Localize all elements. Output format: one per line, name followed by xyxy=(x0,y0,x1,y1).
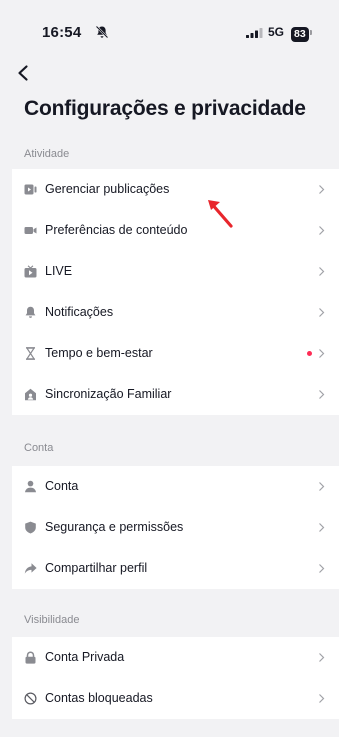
activity-section: Gerenciar publicações Preferências de co… xyxy=(12,169,339,415)
menu-item-manage-posts[interactable]: Gerenciar publicações xyxy=(12,169,339,210)
account-section: Conta Segurança e permissões Compartilha… xyxy=(12,466,339,589)
page-title: Configurações e privacidade xyxy=(24,97,306,120)
status-bar: 16:54 5G 83 xyxy=(0,0,339,58)
menu-item-content-preferences[interactable]: Preferências de conteúdo xyxy=(12,210,339,251)
menu-item-label: Compartilhar perfil xyxy=(45,561,148,575)
menu-item-account[interactable]: Conta xyxy=(12,466,339,507)
live-icon xyxy=(24,265,37,278)
person-icon xyxy=(25,480,36,493)
menu-item-label: Conta xyxy=(45,479,79,493)
chevron-right-icon xyxy=(319,482,325,491)
menu-item-security-permissions[interactable]: Segurança e permissões xyxy=(12,507,339,548)
battery-indicator: 83 xyxy=(291,24,312,42)
chevron-right-icon xyxy=(319,226,325,235)
menu-item-time-wellbeing[interactable]: Tempo e bem-estar xyxy=(12,333,339,374)
posts-icon xyxy=(24,184,37,195)
chevron-right-icon xyxy=(319,349,325,358)
back-button[interactable] xyxy=(14,63,34,83)
share-icon xyxy=(24,563,37,574)
chevron-right-icon xyxy=(319,308,325,317)
hourglass-icon xyxy=(25,347,36,360)
bell-muted-icon xyxy=(95,25,109,39)
block-icon xyxy=(24,692,37,705)
menu-item-live[interactable]: LIVE xyxy=(12,251,339,292)
section-label-visibility: Visibilidade xyxy=(24,614,80,626)
menu-item-label: Notificações xyxy=(45,305,114,319)
notification-dot-badge xyxy=(307,351,312,356)
chevron-right-icon xyxy=(319,564,325,573)
chevron-right-icon xyxy=(319,185,325,194)
menu-item-family-pairing[interactable]: Sincronização Familiar xyxy=(12,374,339,415)
signal-icon xyxy=(246,28,263,38)
video-icon xyxy=(24,227,37,234)
section-label-activity: Atividade xyxy=(24,148,70,160)
menu-item-label: Preferências de conteúdo xyxy=(45,223,188,237)
menu-item-label: Gerenciar publicações xyxy=(45,182,170,196)
lock-icon xyxy=(25,651,36,664)
network-type: 5G xyxy=(268,25,285,39)
menu-item-label: Sincronização Familiar xyxy=(45,387,172,401)
chevron-right-icon xyxy=(319,267,325,276)
chevron-right-icon xyxy=(319,523,325,532)
chevron-right-icon xyxy=(319,653,325,662)
menu-item-label: Contas bloqueadas xyxy=(45,691,153,705)
chevron-right-icon xyxy=(319,390,325,399)
battery-tip xyxy=(309,30,312,36)
chevron-right-icon xyxy=(319,694,325,703)
menu-item-private-account[interactable]: Conta Privada xyxy=(12,637,339,678)
menu-item-label: Conta Privada xyxy=(45,650,125,664)
section-label-account: Conta xyxy=(24,442,54,454)
battery-level: 83 xyxy=(291,27,309,42)
menu-item-label: Tempo e bem-estar xyxy=(45,346,153,360)
menu-item-label: LIVE xyxy=(45,264,73,278)
annotation-arrow-icon xyxy=(208,200,233,228)
menu-item-blocked-accounts[interactable]: Contas bloqueadas xyxy=(12,678,339,719)
status-time: 16:54 xyxy=(42,24,82,41)
visibility-section: Conta Privada Contas bloqueadas xyxy=(12,637,339,719)
menu-item-notifications[interactable]: Notificações xyxy=(12,292,339,333)
bell-icon xyxy=(25,306,36,318)
menu-item-label: Segurança e permissões xyxy=(45,520,184,534)
menu-item-share-profile[interactable]: Compartilhar perfil xyxy=(12,548,339,589)
shield-icon xyxy=(25,521,36,534)
family-icon xyxy=(25,388,36,401)
